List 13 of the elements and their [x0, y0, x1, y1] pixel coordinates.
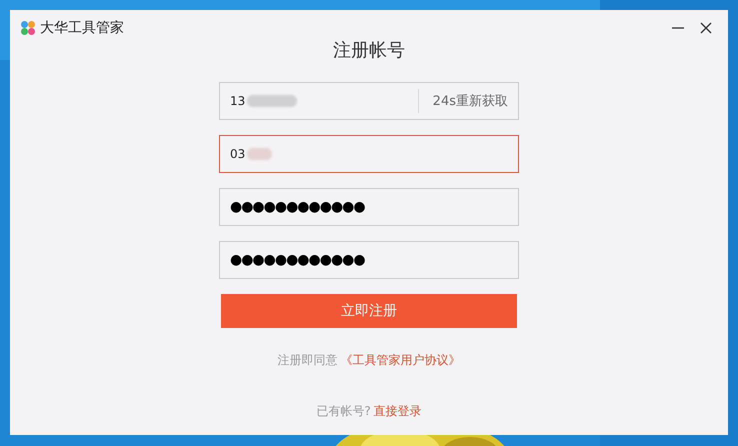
dialog-heading: 注册帐号	[332, 39, 406, 63]
input-field[interactable]: ●●●●●●●●●●●●	[219, 241, 519, 279]
have-account-text: 已有帐号?	[316, 404, 371, 418]
agreement-text: 注册即同意	[278, 353, 338, 367]
agreement-link[interactable]: 《工具管家用户协议》	[340, 353, 460, 367]
logo-icon	[20, 20, 36, 36]
resend-code-link[interactable]: 24s重新获取	[432, 92, 508, 110]
input-field[interactable]: 13 24s重新获取	[219, 82, 519, 120]
input-field[interactable]: 03	[219, 135, 519, 173]
app-title: 大华工具管家	[40, 19, 124, 37]
close-icon[interactable]	[700, 22, 712, 34]
login-link[interactable]: 直接登录	[374, 404, 422, 418]
input-field[interactable]: ●●●●●●●●●●●●	[219, 188, 519, 226]
